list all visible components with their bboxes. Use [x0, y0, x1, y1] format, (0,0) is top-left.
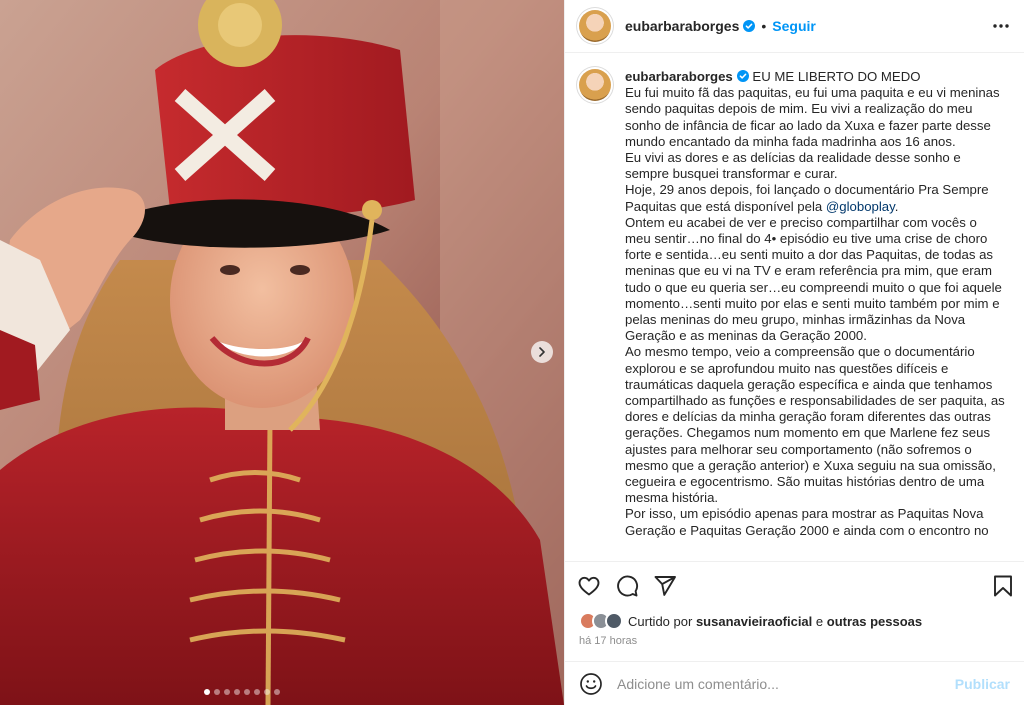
comment-input[interactable]: [617, 675, 955, 692]
author-username[interactable]: eubarbaraborges: [625, 18, 739, 34]
share-icon[interactable]: [653, 574, 677, 598]
chevron-right-icon: [539, 347, 545, 357]
liker-username[interactable]: susanavieiraoficial: [696, 614, 812, 629]
verified-badge-icon: [736, 70, 749, 82]
likes-text: Curtido por susanavieiraoficial e outras…: [628, 613, 923, 629]
slide-dot: [264, 689, 270, 695]
comment-box: Publicar: [565, 661, 1024, 705]
more-options-icon[interactable]: [992, 23, 1010, 29]
post-timestamp[interactable]: há 17 horas: [565, 633, 1024, 661]
caption-paragraph: Eu fui muito fã das paquitas, eu fui uma…: [625, 85, 1004, 149]
slide-dot: [204, 689, 210, 695]
comment-icon[interactable]: [615, 574, 639, 598]
post-caption: eubarbaraborges EU ME LIBERTO DO MEDO Eu…: [625, 69, 1005, 561]
verified-badge-icon: [743, 20, 756, 32]
slide-dot: [214, 689, 220, 695]
post-photo: [0, 0, 564, 705]
follow-button[interactable]: Seguir: [772, 18, 816, 34]
heart-icon[interactable]: [577, 574, 601, 598]
mention-link[interactable]: @globoplay: [826, 199, 895, 214]
caption-area: eubarbaraborges EU ME LIBERTO DO MEDO Eu…: [565, 53, 1024, 561]
slide-dot: [254, 689, 260, 695]
caption-title: EU ME LIBERTO DO MEDO: [752, 69, 921, 84]
caption-paragraph: Eu vivi as dores e as delícias da realid…: [625, 150, 965, 182]
post-media[interactable]: [0, 0, 564, 705]
caption-paragraph: Hoje, 29 anos depois, foi lançado o docu…: [625, 182, 993, 214]
slide-indicator: [204, 689, 280, 695]
instagram-post-view: eubarbaraborges • Seguir eubarbaraborges…: [0, 0, 1024, 705]
liker-avatars[interactable]: [579, 611, 625, 631]
slide-dot: [224, 689, 230, 695]
slide-dot: [244, 689, 250, 695]
next-slide-button[interactable]: [531, 341, 553, 363]
separator: •: [761, 18, 767, 34]
other-likers-link[interactable]: outras pessoas: [827, 614, 922, 629]
avatar[interactable]: [579, 10, 611, 42]
avatar: [605, 612, 623, 630]
caption-avatar[interactable]: [579, 69, 611, 101]
caption-username[interactable]: eubarbaraborges: [625, 69, 733, 84]
slide-dot: [274, 689, 280, 695]
post-side-panel: eubarbaraborges • Seguir eubarbaraborges…: [564, 0, 1024, 705]
emoji-icon[interactable]: [579, 672, 603, 696]
action-bar: [565, 561, 1024, 609]
post-header: eubarbaraborges • Seguir: [565, 0, 1024, 53]
caption-paragraph: Por isso, um episódio apenas para mostra…: [625, 506, 989, 538]
slide-dot: [234, 689, 240, 695]
likes-summary: Curtido por susanavieiraoficial e outras…: [565, 609, 1024, 633]
caption-paragraph: Ontem eu acabei de ver e preciso compart…: [625, 214, 1006, 344]
bookmark-icon[interactable]: [992, 574, 1014, 598]
publish-button[interactable]: Publicar: [955, 676, 1010, 692]
caption-paragraph: Ao mesmo tempo, veio a compreensão que o…: [625, 344, 1009, 506]
